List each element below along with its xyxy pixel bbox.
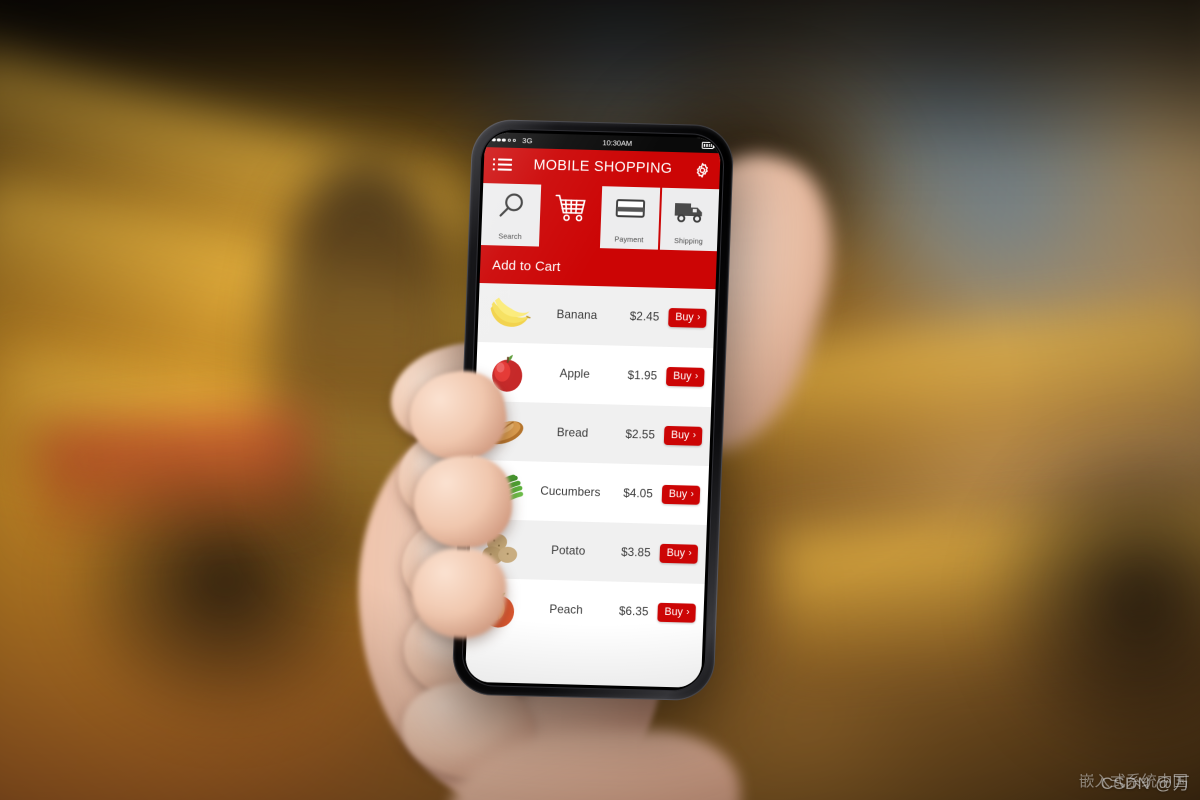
delivery-truck-icon	[672, 195, 707, 228]
banana-icon	[484, 289, 536, 338]
tab-cart[interactable]	[540, 184, 601, 249]
tab-payment[interactable]: Payment	[599, 186, 660, 250]
buy-label: Buy	[666, 547, 686, 560]
buy-button[interactable]: Buy ›	[665, 366, 705, 388]
buy-label: Buy	[668, 488, 688, 501]
tab-shipping-label: Shipping	[673, 236, 704, 246]
buy-button[interactable]: Buy ›	[657, 602, 696, 623]
scene: 3G 10:30AM MOBILE SHOPPING Search Paymen…	[0, 0, 1200, 800]
carrier-label: 3G	[522, 136, 533, 146]
buy-button[interactable]: Buy ›	[667, 307, 707, 329]
gear-icon[interactable]	[694, 161, 712, 178]
background-red-fixture	[36, 410, 314, 540]
section-header: Add to Cart	[479, 245, 717, 290]
magnifier-icon	[494, 190, 529, 223]
table-row[interactable]: Peach $6.35 Buy ›	[466, 577, 705, 643]
product-price: $2.55	[625, 427, 656, 442]
tab-payment-label: Payment	[614, 234, 644, 245]
table-row[interactable]: Apple $1.95 Buy ›	[475, 341, 714, 408]
table-row[interactable]: Bread $2.55 Buy ›	[473, 400, 712, 467]
status-clock: 10:30AM	[602, 138, 633, 148]
buy-button[interactable]: Buy ›	[663, 425, 703, 447]
product-name: Bread	[556, 426, 589, 440]
buy-label: Buy	[675, 311, 694, 324]
product-price: $6.35	[618, 604, 649, 619]
potato-icon	[475, 524, 527, 573]
buy-button[interactable]: Buy ›	[661, 484, 701, 506]
battery-icon	[701, 141, 714, 150]
chevron-right-icon: ›	[688, 547, 693, 559]
tab-shipping[interactable]: Shipping	[659, 187, 720, 252]
table-row[interactable]: Cucumbers $4.05 Buy ›	[470, 459, 710, 526]
buy-button[interactable]: Buy ›	[659, 543, 699, 565]
product-price: $3.85	[620, 545, 651, 560]
cucumber-icon	[477, 466, 529, 515]
background-shadow	[980, 430, 1200, 770]
product-list[interactable]: Banana $2.45 Buy › Apple $1.95 Buy › Bre…	[464, 282, 716, 688]
table-row[interactable]: Banana $2.45 Buy ›	[477, 282, 716, 349]
buy-label: Buy	[672, 370, 692, 383]
shopping-cart-icon	[553, 192, 588, 225]
tab-cart-label	[541, 242, 598, 244]
product-price: $1.95	[627, 368, 658, 383]
product-name: Peach	[549, 602, 584, 617]
chevron-right-icon: ›	[696, 311, 701, 324]
section-title: Add to Cart	[491, 256, 561, 274]
watermark-overlay: 嵌入式系统中国	[1078, 773, 1189, 790]
chevron-right-icon: ›	[686, 606, 690, 618]
product-price: $4.05	[623, 486, 654, 501]
chevron-right-icon: ›	[690, 488, 695, 500]
buy-label: Buy	[664, 606, 684, 619]
phone-screen: 3G 10:30AM MOBILE SHOPPING Search Paymen…	[464, 132, 722, 688]
list-menu-icon[interactable]	[492, 157, 513, 172]
chevron-right-icon: ›	[692, 429, 697, 441]
bread-icon	[479, 407, 531, 456]
buy-label: Buy	[670, 429, 690, 442]
product-name: Potato	[550, 543, 586, 558]
apple-icon	[481, 348, 533, 397]
page-title: MOBILE SHOPPING	[533, 157, 673, 177]
credit-card-icon	[613, 193, 648, 226]
product-price: $2.45	[629, 309, 660, 324]
product-name: Apple	[559, 367, 591, 381]
tab-search[interactable]: Search	[480, 183, 541, 247]
chevron-right-icon: ›	[694, 370, 699, 382]
tab-search-label: Search	[498, 231, 522, 242]
smartphone: 3G 10:30AM MOBILE SHOPPING Search Paymen…	[451, 118, 735, 702]
peach-icon	[473, 583, 525, 632]
signal-strength-icon	[491, 137, 516, 142]
product-name: Cucumbers	[540, 484, 601, 500]
tab-bar: Search Payment Shipping	[480, 181, 720, 252]
table-row[interactable]: Potato $3.85 Buy ›	[468, 518, 707, 584]
product-name: Banana	[556, 308, 598, 323]
